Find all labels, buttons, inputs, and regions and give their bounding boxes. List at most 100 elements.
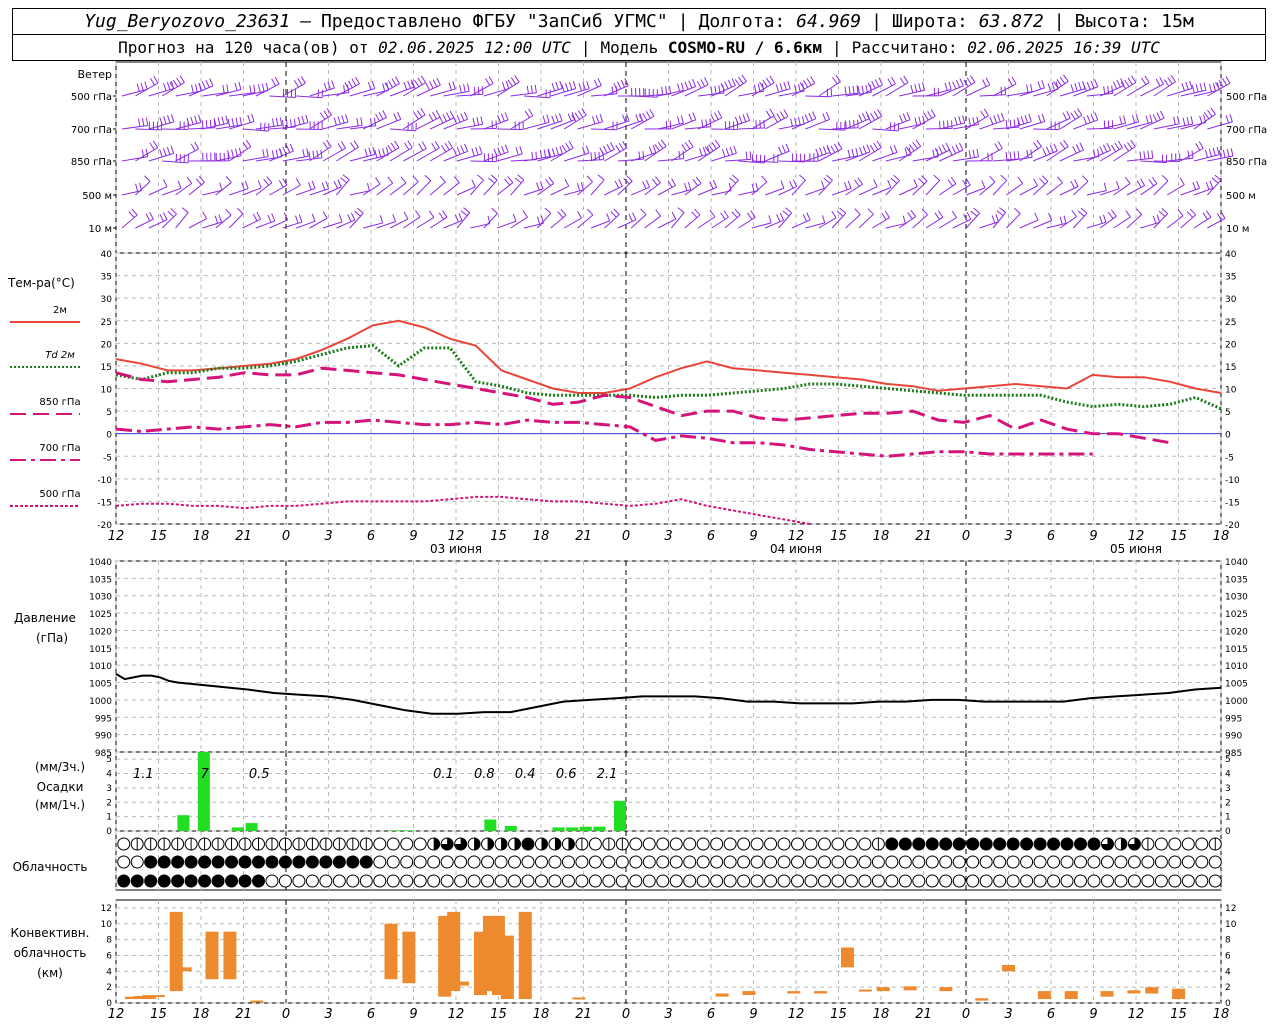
wind-barb [162, 187, 182, 196]
wind-barb-feather [1131, 75, 1137, 83]
cloud-cover-circle [130, 855, 144, 869]
cloud-cover-circle [1033, 837, 1047, 851]
cloud-cover-circle [737, 874, 751, 888]
wind-barb-feather [166, 81, 171, 90]
cloud-cover-circle [669, 874, 683, 888]
wind-barb-feather [355, 76, 360, 85]
wind-barb-feather [387, 144, 393, 153]
cloud-cover-circle [952, 874, 966, 888]
wind-barb [778, 212, 793, 229]
wind-barb-feather [500, 113, 505, 122]
wind-barb-feather [249, 85, 252, 94]
wind-barb [805, 119, 830, 130]
cloud-cover-circle [386, 855, 400, 869]
wind-barb-feather [218, 214, 223, 223]
wind-barb-feather [375, 113, 380, 122]
wind-barb [992, 83, 1017, 97]
wind-barb-feather [345, 114, 349, 123]
wind-barb-feather [923, 113, 929, 121]
wind-barb-feather [1053, 143, 1058, 152]
wind-barb [1126, 214, 1143, 229]
wind-barb [1059, 149, 1084, 162]
conv-cloud-bar [402, 931, 416, 984]
wind-barb [657, 185, 676, 196]
wind-barb-feather [1221, 78, 1227, 86]
wind-barb-feather [776, 214, 781, 222]
wind-barb-feather [1186, 211, 1194, 218]
wind-barb-feather [311, 213, 316, 222]
conv-y-tick-left: 2 [106, 983, 112, 993]
wind-barb-feather [475, 147, 479, 156]
wind-barb-feather [278, 180, 284, 188]
wind-barb-feather [1063, 74, 1069, 82]
wind-barb-feather [231, 149, 234, 158]
wind-barb-feather [701, 119, 704, 128]
wind-barb-feather [568, 140, 574, 149]
cloud-cover-circle [1060, 837, 1074, 851]
wind-barb-feather [618, 178, 623, 187]
wind-barb-feather [970, 75, 976, 83]
wind-barb [805, 222, 825, 229]
temp-y-tick-left: 25 [101, 318, 112, 328]
wind-barb [215, 182, 232, 196]
pressure-y-tick-right: 1040 [1225, 558, 1248, 568]
wind-barb-feather [1041, 80, 1045, 89]
wind-barb-feather [262, 149, 265, 158]
wind-barb-feather [412, 175, 419, 183]
wind-barb-feather [545, 179, 551, 187]
wind-barb-feather [870, 113, 876, 121]
conv-cloud-bar [1064, 991, 1078, 1000]
wind-barb [818, 81, 841, 97]
wind-barb-feather [615, 144, 621, 153]
wind-barb-feather [1037, 81, 1042, 90]
wind-barb-feather [149, 77, 155, 86]
wind-barb-feather [661, 86, 664, 95]
precip-y-tick-left: 3 [106, 784, 112, 794]
wind-barb-feather [768, 215, 772, 224]
wind-barb-feather [555, 81, 559, 90]
hour-tick-label: 15 [150, 529, 167, 544]
wind-barb-feather [1009, 119, 1012, 128]
wind-barb-feather [347, 214, 352, 222]
wind-barb-feather [729, 146, 734, 155]
wind-barb-feather [338, 214, 343, 223]
wind-barb-feather [996, 210, 1004, 217]
wind-barb-feather [907, 212, 913, 220]
conv-cloud-bar [1127, 990, 1141, 994]
hour-tick-label: 3 [664, 529, 672, 544]
wind-barb-feather [844, 86, 847, 95]
cloud-cover-circle [885, 874, 899, 888]
conv-y-tick-left: 0 [106, 999, 112, 1009]
wind-barb-feather [414, 210, 421, 218]
temp-legend-title: Тем-ра(°C) [7, 276, 75, 290]
wind-barb-feather [153, 76, 159, 84]
wind-barb-feather [1030, 83, 1033, 92]
cloud-cover-circle [737, 837, 751, 851]
wind-barb-feather [587, 208, 594, 216]
wind-barb [497, 220, 517, 229]
precip-sum-label: 0.4 [515, 767, 536, 782]
wind-barb-feather [948, 147, 953, 156]
wind-barb-feather [734, 208, 741, 216]
wind-barb [778, 123, 805, 130]
wind-barb-feather [252, 213, 258, 222]
pressure-y-tick-left: 1030 [89, 593, 112, 603]
wind-barb-feather [853, 119, 855, 129]
wind-barb-feather [632, 212, 637, 220]
conv-cloud-bar [151, 995, 165, 998]
wind-barb-feather [1190, 116, 1194, 125]
wind-barb-feather [236, 207, 244, 214]
cloud-cover-circle [494, 874, 508, 888]
pressure-y-tick-left: 1035 [89, 575, 112, 585]
cloud-cover-circle [494, 855, 508, 869]
wind-barb-feather [1198, 141, 1204, 149]
wind-barb-feather [159, 149, 163, 158]
wind-barb-feather [543, 149, 547, 158]
wind-barb-feather [1123, 144, 1130, 152]
conv-cloud-bar [384, 923, 398, 980]
wind-barb-feather [933, 174, 941, 181]
day-label: 04 июня [770, 542, 822, 556]
wind-barb-feather [1220, 211, 1226, 219]
cloud-cover-circle [508, 855, 522, 869]
wind-barb [456, 93, 483, 97]
